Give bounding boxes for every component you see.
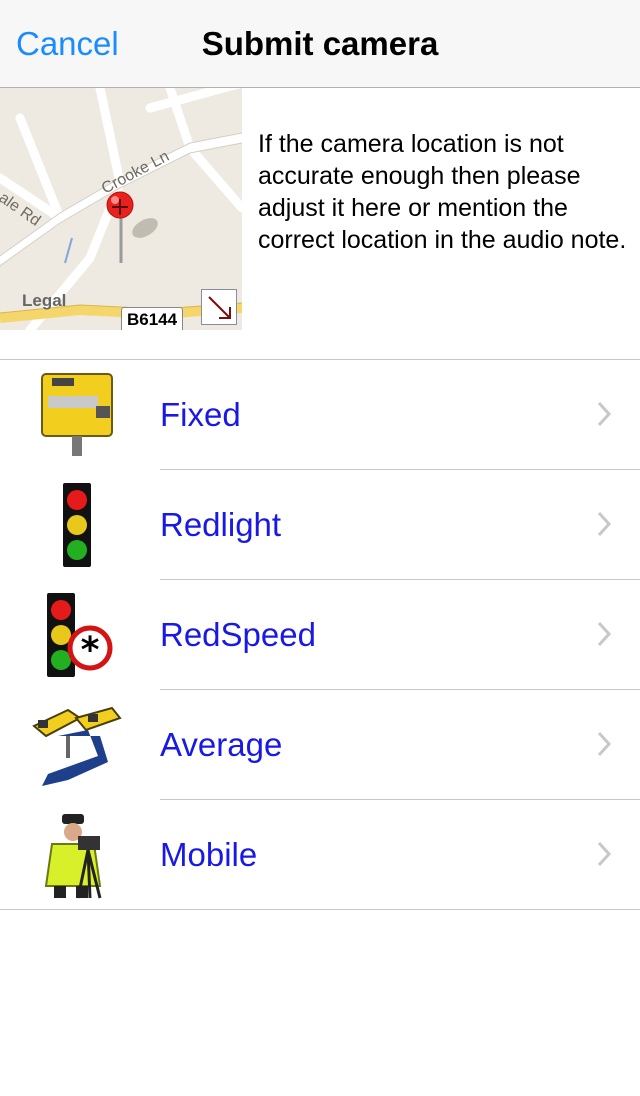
- location-hint-text: If the camera location is not accurate e…: [258, 130, 627, 254]
- map-legal-link[interactable]: Legal: [22, 291, 66, 311]
- camera-type-row-fixed[interactable]: Fixed: [0, 360, 640, 470]
- chevron-right-icon: [597, 511, 612, 537]
- chevron-right-icon: [597, 841, 612, 867]
- road-number-badge: B6144: [121, 307, 184, 330]
- redspeed-icon: *: [45, 591, 113, 679]
- average-speed-camera-icon: [32, 706, 122, 786]
- camera-type-row-redlight[interactable]: Redlight: [0, 470, 640, 580]
- location-map[interactable]: Crooke Ln ale Rd Legal B6144: [0, 88, 242, 330]
- camera-type-label: Mobile: [160, 836, 258, 873]
- camera-type-row-mobile[interactable]: Mobile: [0, 800, 640, 910]
- navigation-bar: Cancel Submit camera: [0, 0, 640, 88]
- location-section: Crooke Ln ale Rd Legal B6144 If the came…: [0, 88, 640, 360]
- fixed-camera-icon: [41, 373, 113, 456]
- svg-text:*: *: [81, 630, 100, 671]
- chevron-right-icon: [597, 731, 612, 757]
- camera-type-list: Fixed Redlight * RedSpeed Average Mobile: [0, 360, 640, 910]
- camera-type-label: Average: [160, 726, 283, 763]
- arrow-down-right-icon: [208, 296, 231, 319]
- row-divider: [0, 909, 640, 910]
- expand-map-button[interactable]: [201, 289, 237, 325]
- camera-type-label: Fixed: [160, 396, 241, 433]
- traffic-light-icon: [61, 481, 93, 569]
- camera-type-row-redspeed[interactable]: * RedSpeed: [0, 580, 640, 690]
- camera-type-label: Redlight: [160, 506, 282, 543]
- page-title: Submit camera: [201, 25, 439, 62]
- chevron-right-icon: [597, 401, 612, 427]
- camera-type-label: RedSpeed: [160, 616, 316, 653]
- mobile-camera-officer-icon: [44, 814, 102, 899]
- chevron-right-icon: [597, 621, 612, 647]
- camera-type-row-average[interactable]: Average: [0, 690, 640, 800]
